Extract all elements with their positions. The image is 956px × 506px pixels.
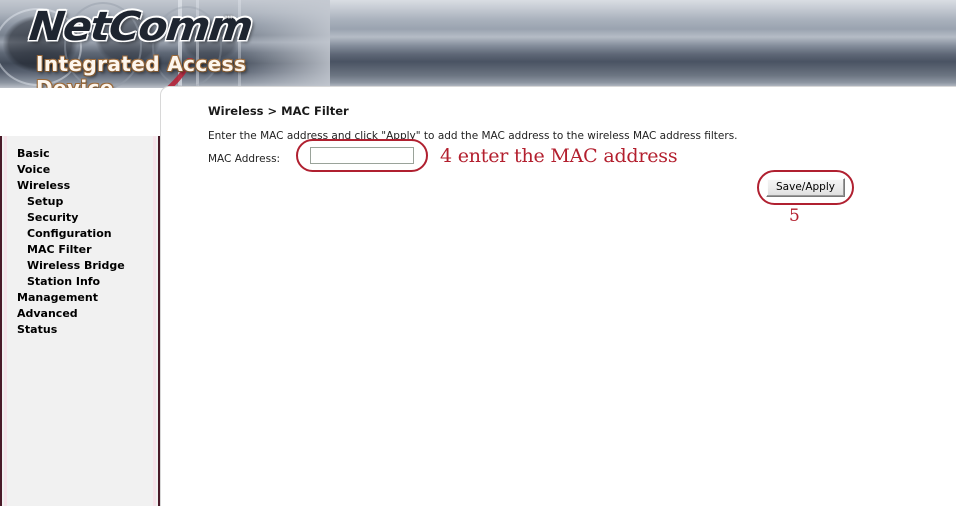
netcomm-logo: NetComm ™ Integrated Access Device [26,4,328,88]
sidebar-item-basic[interactable]: Basic [17,146,149,162]
save-apply-button[interactable]: Save/Apply [766,178,845,197]
sidebar-item-wireless[interactable]: Wireless [17,178,149,194]
page-description: Enter the MAC address and click "Apply" … [208,130,738,142]
annotation-step-number-5: 5 [789,206,800,226]
breadcrumb: Wireless > MAC Filter [208,104,349,118]
site-header: NetComm ™ Integrated Access Device [0,0,956,88]
annotation-text-mac: 4 enter the MAC address [440,145,678,167]
sidebar-item-wireless-bridge[interactable]: Wireless Bridge [17,258,149,274]
logo-tagline: Integrated Access Device [36,52,247,88]
sidebar-item-list: Basic Voice Wireless Setup Security Configura… [17,146,149,338]
sidebar-item-security[interactable]: Security [17,210,149,226]
sidebar-item-setup[interactable]: Setup [17,194,149,210]
logo-wordmark: NetComm [26,4,254,50]
sidebar-item-status[interactable]: Status [17,322,149,338]
sidebar-nav: Basic Voice Wireless Setup Security Configura… [0,136,160,506]
sidebar-item-advanced[interactable]: Advanced [17,306,149,322]
main-content-panel: Wireless > MAC Filter Enter the MAC addr… [160,86,956,506]
sidebar-item-management[interactable]: Management [17,290,149,306]
sidebar-item-voice[interactable]: Voice [17,162,149,178]
mac-address-input[interactable] [310,147,414,164]
mac-address-label: MAC Address: [208,153,281,165]
sidebar-item-mac-filter[interactable]: MAC Filter [17,242,149,258]
trademark-symbol: ™ [224,14,233,24]
sidebar-inner-panel: Basic Voice Wireless Setup Security Configura… [4,136,156,506]
sidebar-item-configuration[interactable]: Configuration [17,226,149,242]
sidebar-item-station-info[interactable]: Station Info [17,274,149,290]
